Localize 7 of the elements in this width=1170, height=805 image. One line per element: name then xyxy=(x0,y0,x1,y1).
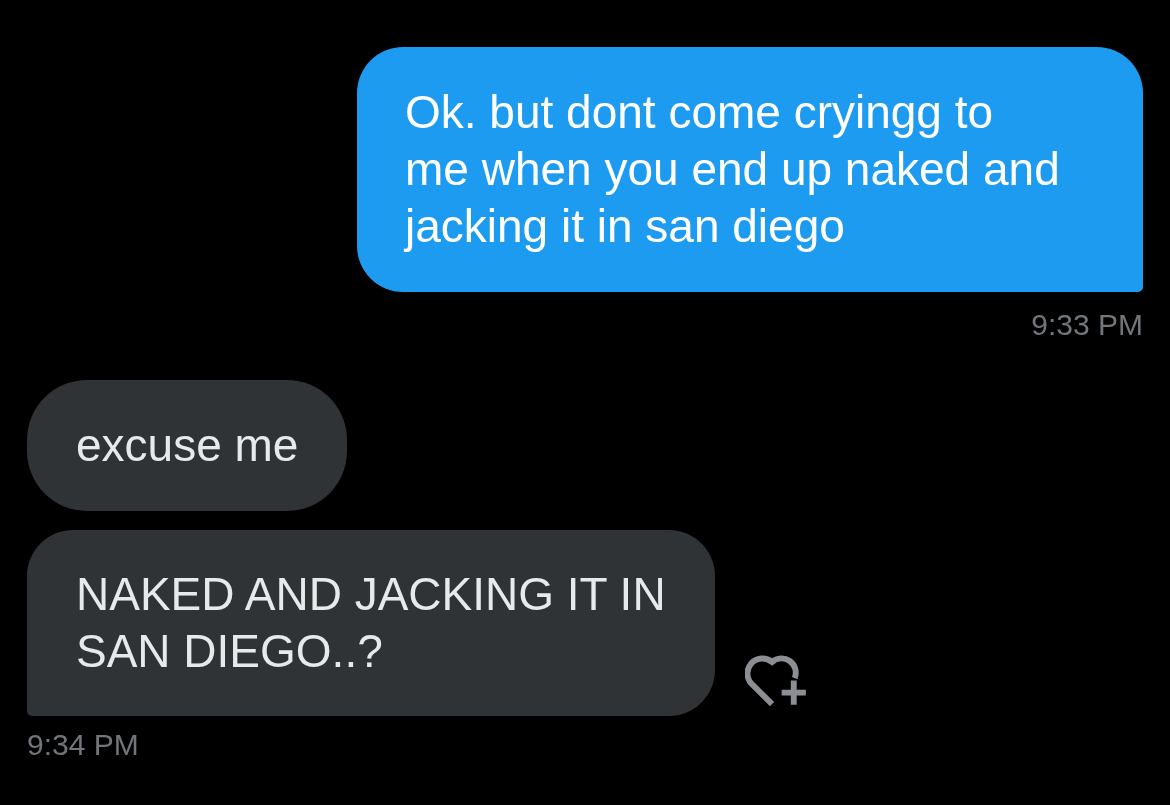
heart-plus-icon xyxy=(744,652,809,706)
message-text: excuse me xyxy=(76,418,299,473)
timestamp: 9:33 PM xyxy=(1031,307,1143,343)
message-text: NAKED AND JACKING IT IN SAN DIEGO..? xyxy=(76,567,666,679)
message-text: Ok. but dont come cryingg to me when you end up naked and jacking it in san diego xyxy=(405,85,1061,254)
timestamp: 9:34 PM xyxy=(27,727,139,763)
add-reaction-button[interactable] xyxy=(744,652,809,706)
